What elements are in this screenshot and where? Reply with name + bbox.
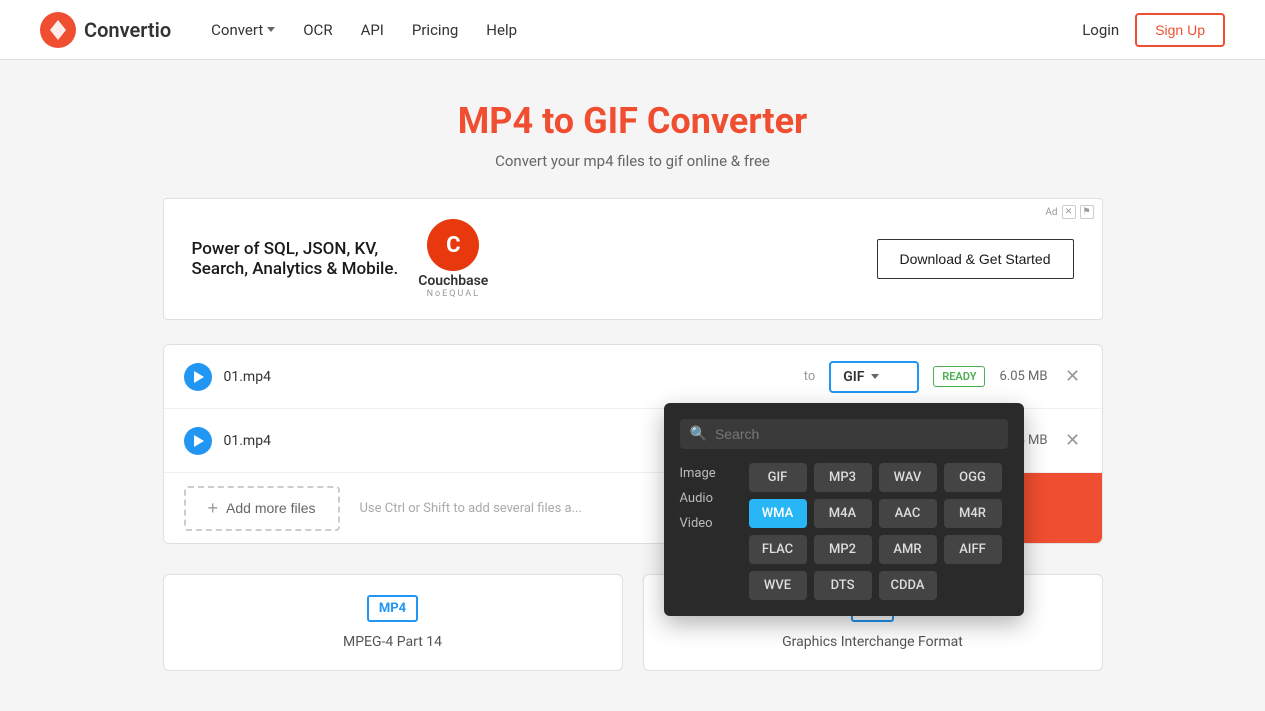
- couchbase-logo: C Couchbase NoEQUAL: [418, 219, 488, 299]
- chevron-down-icon: [267, 27, 275, 32]
- format-select-1[interactable]: GIF: [829, 361, 919, 393]
- play-button-1[interactable]: [184, 363, 212, 391]
- couchbase-icon: C: [427, 219, 479, 271]
- login-link[interactable]: Login: [1082, 21, 1119, 39]
- play-button-2[interactable]: [184, 427, 212, 455]
- format-grid: GIFMP3WAVOGG WMAM4AAACM4R FLACMP2AMRAIFF WV…: [749, 463, 1008, 600]
- ad-banner: Ad ✕ ⚑ Power of SQL, JSON, KV, Search, A…: [163, 198, 1103, 320]
- format-card-mp4: MP4 MPEG-4 Part 14: [163, 574, 623, 671]
- nav-api[interactable]: API: [361, 21, 384, 39]
- ad-cta-button[interactable]: Download & Get Started: [877, 239, 1074, 279]
- ad-label: Ad: [1045, 207, 1057, 218]
- play-icon-2: [194, 435, 204, 447]
- nav-help[interactable]: Help: [486, 21, 517, 39]
- logo-icon: [40, 12, 76, 48]
- logo-text: Convertio: [84, 18, 171, 42]
- nav-convert[interactable]: Convert: [211, 21, 275, 39]
- main-content: MP4 to GIF Converter Convert your mp4 fi…: [143, 60, 1123, 671]
- navbar: Convertio Convert OCR API Pricing Help L…: [0, 0, 1265, 60]
- format-tag-mp4: MP4: [367, 595, 418, 622]
- add-files-button[interactable]: + Add more files: [184, 486, 340, 531]
- format-chip-gif[interactable]: GIF: [749, 463, 807, 492]
- nav-links: Convert OCR API Pricing Help: [211, 21, 1082, 39]
- format-chip-cdda[interactable]: CDDA: [879, 571, 937, 600]
- dropdown-search-bar: 🔍: [680, 419, 1008, 449]
- to-label-1: to: [804, 369, 816, 384]
- nav-ocr[interactable]: OCR: [303, 21, 332, 39]
- format-chip-m4a[interactable]: M4A: [814, 499, 872, 528]
- close-button-1[interactable]: ✕: [1064, 368, 1082, 386]
- category-video[interactable]: Video: [680, 513, 735, 534]
- category-image[interactable]: Image: [680, 463, 735, 484]
- ad-icon: ✕: [1062, 205, 1076, 219]
- search-input[interactable]: [715, 426, 998, 442]
- format-chip-aac[interactable]: AAC: [879, 499, 937, 528]
- play-icon-1: [194, 371, 204, 383]
- format-chip-aiff[interactable]: AIFF: [944, 535, 1002, 564]
- add-icon: +: [208, 498, 219, 519]
- format-name-gif: Graphics Interchange Format: [782, 634, 963, 650]
- category-list: Image Audio Video: [680, 463, 735, 600]
- file-name-1: 01.mp4: [224, 369, 790, 385]
- format-chevron-1: [871, 374, 879, 379]
- ad-badge: Ad ✕ ⚑: [1045, 205, 1093, 219]
- format-chip-mp2[interactable]: MP2: [814, 535, 872, 564]
- nav-pricing[interactable]: Pricing: [412, 21, 458, 39]
- format-chip-flac[interactable]: FLAC: [749, 535, 807, 564]
- format-chip-dts[interactable]: DTS: [814, 571, 872, 600]
- couchbase-sub: NoEQUAL: [427, 289, 480, 299]
- navbar-right: Login Sign Up: [1082, 13, 1225, 47]
- format-chip-wve[interactable]: WVE: [749, 571, 807, 600]
- converter-panel: 01.mp4 to GIF READY 6.05 MB ✕ 01.mp4 to …: [163, 344, 1103, 544]
- format-chip-ogg[interactable]: OGG: [944, 463, 1002, 492]
- category-audio[interactable]: Audio: [680, 488, 735, 509]
- signup-button[interactable]: Sign Up: [1135, 13, 1225, 47]
- file-size-1: 6.05 MB: [999, 369, 1047, 384]
- format-chip-m4r[interactable]: M4R: [944, 499, 1002, 528]
- format-dropdown: 🔍 Image Audio Video GIFMP3WAVOGG WMAM4AAA…: [664, 403, 1024, 616]
- search-icon: 🔍: [690, 426, 707, 442]
- close-button-2[interactable]: ✕: [1064, 432, 1082, 450]
- file-row-1: 01.mp4 to GIF READY 6.05 MB ✕: [164, 345, 1102, 409]
- format-chip-mp3[interactable]: MP3: [814, 463, 872, 492]
- format-chip-wav[interactable]: WAV: [879, 463, 937, 492]
- ad-text: Power of SQL, JSON, KV, Search, Analytic…: [192, 239, 399, 279]
- ready-badge-1: READY: [933, 366, 985, 387]
- format-chip-amr[interactable]: AMR: [879, 535, 937, 564]
- couchbase-name: Couchbase: [418, 273, 488, 289]
- format-name-mp4: MPEG-4 Part 14: [343, 634, 442, 650]
- logo[interactable]: Convertio: [40, 12, 171, 48]
- page-subtitle: Convert your mp4 files to gif online & f…: [163, 152, 1103, 170]
- ad-left: Power of SQL, JSON, KV, Search, Analytic…: [192, 219, 489, 299]
- format-chip-wma[interactable]: WMA: [749, 499, 807, 528]
- ad-flag-icon: ⚑: [1080, 205, 1094, 219]
- page-title: MP4 to GIF Converter: [163, 100, 1103, 142]
- dropdown-body: Image Audio Video GIFMP3WAVOGG WMAM4AAACM…: [680, 463, 1008, 600]
